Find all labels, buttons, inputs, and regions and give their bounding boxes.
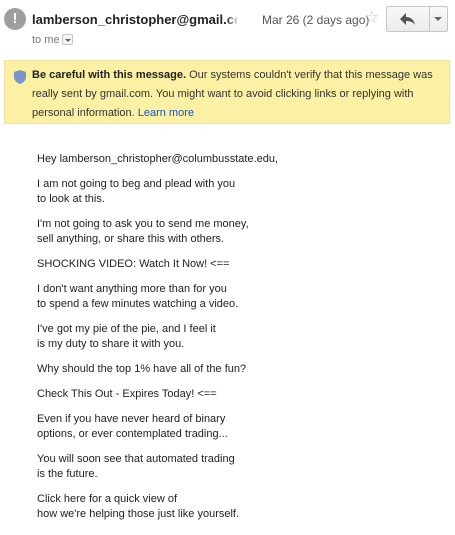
message-line: Click here for a quick view of xyxy=(37,493,177,505)
message-line: You will soon see that automated trading xyxy=(37,453,235,465)
message-paragraph: I've got my pie of the pie, and I feel i… xyxy=(37,322,437,352)
message-paragraph: I am not going to beg and plead with you… xyxy=(37,177,437,207)
star-icon[interactable]: ☆ xyxy=(364,8,379,28)
message-line: is my duty to share it with you. xyxy=(37,338,185,350)
message-line: sell anything, or share this with others… xyxy=(37,233,225,245)
message-line: Why should the top 1% have all of the fu… xyxy=(37,363,247,375)
message-paragraph: I don't want anything more than for you t… xyxy=(37,282,437,312)
message-line: is the future. xyxy=(37,468,98,480)
message-header: ! lamberson_christopher@gmail.com via Ma… xyxy=(0,0,455,52)
reply-icon xyxy=(400,13,415,25)
message-line: options, or ever contemplated trading... xyxy=(37,428,228,440)
reply-button-group xyxy=(386,6,448,32)
message-line: I've got my pie of the pie, and I feel i… xyxy=(37,323,216,335)
message-line: Check This Out - Expires Today! <== xyxy=(37,388,217,400)
message-line: how we're helping those just like yourse… xyxy=(37,508,240,520)
message-line: I am not going to beg and plead with you xyxy=(37,178,236,190)
warning-text: Be careful with this message. Our system… xyxy=(32,66,448,123)
message-line: Even if you have never heard of binary xyxy=(37,413,226,425)
reply-button[interactable] xyxy=(387,7,430,31)
message-paragraph: I'm not going to ask you to send me mone… xyxy=(37,217,437,247)
chevron-down-icon xyxy=(434,17,442,21)
warning-title: Be careful with this message. xyxy=(32,69,187,81)
message-paragraph: Why should the top 1% have all of the fu… xyxy=(37,362,437,377)
chevron-down-icon xyxy=(65,39,71,42)
message-line: I don't want anything more than for you xyxy=(37,283,227,295)
recipient-details-toggle[interactable] xyxy=(62,34,73,45)
message-paragraph: Check This Out - Expires Today! <== xyxy=(37,387,437,402)
message-paragraph: Even if you have never heard of binary op… xyxy=(37,412,437,442)
message-line: Hey lamberson_christopher@columbusstate.… xyxy=(37,153,279,165)
message-body: Hey lamberson_christopher@columbusstate.… xyxy=(37,152,437,532)
message-paragraph: Hey lamberson_christopher@columbusstate.… xyxy=(37,152,437,167)
sender-fade xyxy=(226,8,240,30)
shield-icon xyxy=(14,70,26,84)
message-paragraph: You will soon see that automated trading… xyxy=(37,452,437,482)
message-line: to look at this. xyxy=(37,193,105,205)
more-actions-button[interactable] xyxy=(429,7,447,31)
learn-more-link[interactable]: Learn more xyxy=(138,107,194,119)
sender-address[interactable]: lamberson_christopher@gmail.com via xyxy=(32,12,237,27)
sender-email[interactable]: lamberson_christopher@gmail.com xyxy=(32,12,237,27)
message-date: Mar 26 (2 days ago) xyxy=(262,13,370,27)
recipient-label: to me xyxy=(32,34,60,46)
message-paragraph: SHOCKING VIDEO: Watch It Now! <== xyxy=(37,257,437,272)
message-paragraph: Click here for a quick view of how we're … xyxy=(37,492,437,522)
message-line: I'm not going to ask you to send me mone… xyxy=(37,218,249,230)
message-line: to spend a few minutes watching a video. xyxy=(37,298,239,310)
phishing-warning-banner: Be careful with this message. Our system… xyxy=(4,60,450,124)
warning-avatar: ! xyxy=(4,8,26,30)
message-line: SHOCKING VIDEO: Watch It Now! <== xyxy=(37,258,230,270)
